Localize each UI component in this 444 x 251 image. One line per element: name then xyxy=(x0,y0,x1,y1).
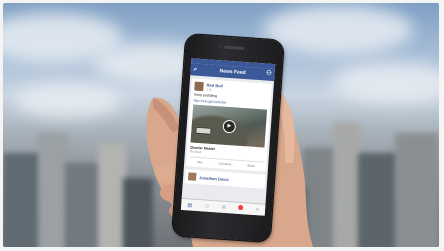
news-feed-tab-icon[interactable]: ▤ xyxy=(187,202,192,208)
messages-tab-icon[interactable]: ✉ xyxy=(221,204,226,210)
photo-scene: ⌕ News Feed ⚇ Red Bull 1 hr Keep pedalli… xyxy=(3,3,439,247)
video-player[interactable]: ▶ xyxy=(190,104,268,148)
notifications-tab-icon[interactable] xyxy=(238,204,244,212)
phone-screen: ⌕ News Feed ⚇ Red Bull 1 hr Keep pedalli… xyxy=(180,58,276,216)
tab-bar: ▤ ⚇ ✉ ≡ xyxy=(180,197,266,216)
feed-post: Jonathan Davis xyxy=(184,169,266,189)
post-actions: Like Comment Share xyxy=(189,156,264,169)
search-icon[interactable]: ⌕ xyxy=(193,65,197,73)
avatar[interactable] xyxy=(194,81,204,92)
avatar[interactable] xyxy=(187,172,197,181)
smartphone: ⌕ News Feed ⚇ Red Bull 1 hr Keep pedalli… xyxy=(172,33,284,243)
video-scene-bus xyxy=(195,126,212,135)
front-camera xyxy=(218,44,223,49)
more-tab-icon[interactable]: ≡ xyxy=(256,207,259,213)
share-button[interactable]: Share xyxy=(247,163,255,168)
post-author[interactable]: Jonathan Davis xyxy=(199,175,229,182)
feed-post: Red Bull 1 hr Keep pedalling http://win.… xyxy=(185,78,272,172)
requests-tab-icon[interactable]: ⚇ xyxy=(205,203,210,209)
page-title: News Feed xyxy=(219,68,246,77)
like-button[interactable]: Like xyxy=(197,160,203,164)
comment-button[interactable]: Comment xyxy=(218,161,231,166)
notification-badge xyxy=(238,204,244,211)
friends-icon[interactable]: ⚇ xyxy=(266,70,272,79)
earpiece-speaker xyxy=(224,45,245,50)
